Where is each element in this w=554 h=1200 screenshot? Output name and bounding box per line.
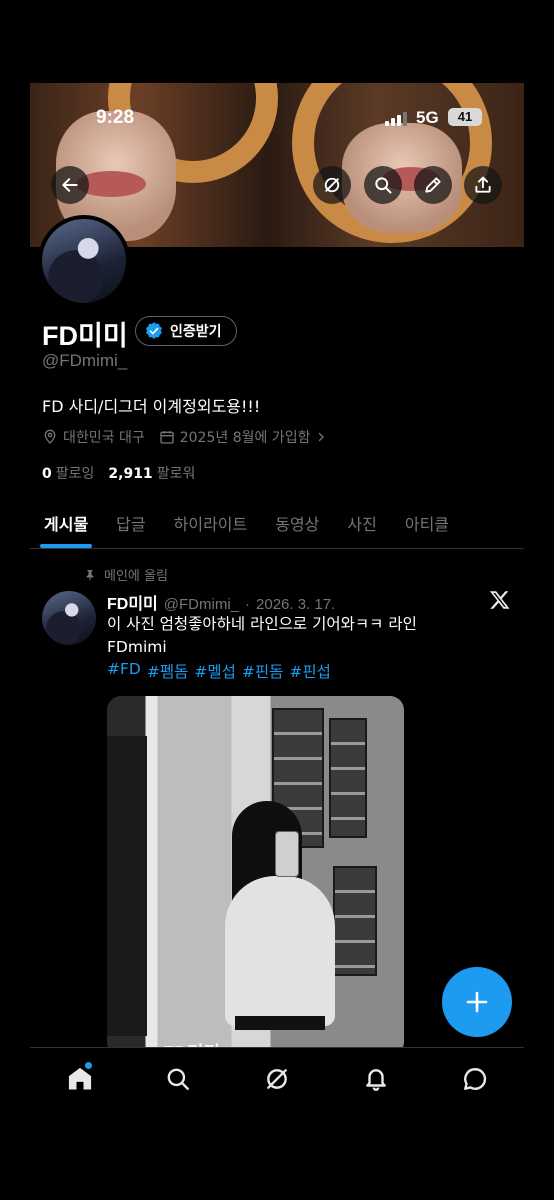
following-label: 팔로잉 [55, 466, 95, 482]
photo-door [107, 736, 147, 1036]
tab-highlights[interactable]: 하이라이트 [160, 503, 262, 548]
share-button[interactable] [464, 166, 502, 204]
location-text: 대한민국 대구 [63, 430, 145, 446]
profile-bio: FD 사디/디그더 이계정외도용!!! [42, 397, 261, 416]
hashtag-link[interactable]: #멜섭 [194, 660, 236, 682]
grok-button[interactable] [313, 166, 351, 204]
profile-display-name: FD미미 [42, 321, 128, 351]
network-type: 5G [416, 108, 439, 127]
chevron-right-icon [319, 432, 325, 442]
profile-meta: 대한민국 대구 2025년 8월에 가입함 [42, 427, 341, 447]
edit-button[interactable] [414, 166, 452, 204]
back-button[interactable] [51, 166, 89, 204]
notifications-icon [366, 1069, 386, 1091]
hashtag-link[interactable]: #펨돔 [147, 660, 189, 682]
bottom-navigation [30, 1047, 524, 1107]
post-author-avatar[interactable] [42, 591, 96, 645]
nav-messages[interactable] [455, 1062, 495, 1096]
profile-location: 대한민국 대구 [42, 427, 145, 447]
battery-indicator: 41 [448, 108, 482, 126]
pinned-label: 메인에 올림 [104, 569, 168, 584]
search-icon [167, 1068, 189, 1090]
profile-tabs: 게시물 답글 하이라이트 동영상 사진 아티클 [30, 503, 524, 549]
hashtag-link[interactable]: #FD [107, 660, 141, 682]
profile-handle: @FDmimi_ [42, 351, 128, 370]
post-text: 이 사진 엄청좋아하네 라인으로 기어와ㅋㅋ 라인 FDmimi [107, 615, 417, 656]
post-hashtags: #FD #펨돔 #멜섭 #핀돔 #핀섭 [107, 660, 331, 682]
tab-posts[interactable]: 게시물 [30, 503, 102, 548]
tab-videos[interactable]: 동영상 [261, 503, 333, 548]
x-logo-icon[interactable] [489, 589, 511, 611]
nav-search[interactable] [158, 1062, 198, 1096]
photo-person-body [225, 876, 335, 1026]
photo-phone [275, 831, 299, 877]
arrow-left-icon [62, 178, 78, 192]
verified-badge-icon [146, 322, 162, 339]
status-bar: 9:28 5G 41 [30, 107, 524, 131]
pin-icon [86, 569, 94, 580]
share-icon [475, 176, 491, 193]
follow-stats: 0 팔로잉 2,911 팔로워 [42, 463, 195, 483]
signal-icon [385, 112, 407, 126]
tab-replies[interactable]: 답글 [102, 503, 159, 548]
grok-icon [267, 1069, 287, 1089]
verify-label: 인증받기 [170, 324, 222, 340]
followers-link[interactable]: 2,911 팔로워 [108, 463, 195, 483]
status-time: 9:28 [96, 107, 135, 128]
following-link[interactable]: 0 팔로잉 [42, 463, 94, 483]
nav-home[interactable] [60, 1062, 100, 1096]
hashtag-link[interactable]: #핀돔 [242, 660, 284, 682]
nav-grok[interactable] [257, 1062, 297, 1096]
pencil-icon [425, 177, 441, 193]
tab-photos[interactable]: 사진 [333, 503, 390, 548]
home-icon [68, 1067, 92, 1090]
post-author-name[interactable]: FD미미 [107, 590, 158, 614]
post-header: FD미미 @FDmimi_ · 2026. 3. 17. [107, 590, 335, 614]
profile-joined[interactable]: 2025년 8월에 가입함 [159, 427, 328, 447]
post-author-handle: @FDmimi_ [163, 596, 240, 613]
location-pin-icon [44, 429, 56, 444]
calendar-icon [160, 431, 174, 444]
plus-icon [466, 991, 488, 1013]
post-date[interactable]: 2026. 3. 17. [256, 596, 335, 613]
avatar-image [42, 219, 126, 303]
notification-dot [85, 1062, 92, 1069]
messages-icon [464, 1068, 487, 1090]
photo-person-belt [235, 1016, 325, 1030]
search-button[interactable] [364, 166, 402, 204]
following-count: 0 [42, 466, 52, 482]
profile-avatar[interactable] [38, 215, 130, 307]
search-icon [375, 177, 392, 194]
tab-articles[interactable]: 아티클 [391, 503, 463, 548]
grok-icon [324, 177, 340, 193]
joined-text: 2025년 8월에 가입함 [179, 430, 311, 446]
hashtag-link[interactable]: #핀섭 [289, 660, 331, 682]
post-date-separator: · [245, 596, 251, 613]
profile-screen: 9:28 5G 41 FD미미 인증받기 @FDmimi_ FD 사디/디그더 … [30, 83, 524, 1107]
pinned-indicator: 메인에 올림 [84, 565, 168, 584]
post-photo[interactable]: FD미미 [107, 696, 404, 1056]
compose-post-button[interactable] [442, 967, 512, 1037]
photo-strip [333, 866, 377, 976]
avatar-image [42, 591, 96, 645]
photo-strip [329, 718, 367, 838]
followers-count: 2,911 [108, 466, 153, 482]
followers-label: 팔로워 [156, 466, 196, 482]
nav-notifications[interactable] [356, 1062, 396, 1096]
get-verified-button[interactable]: 인증받기 [135, 316, 237, 346]
